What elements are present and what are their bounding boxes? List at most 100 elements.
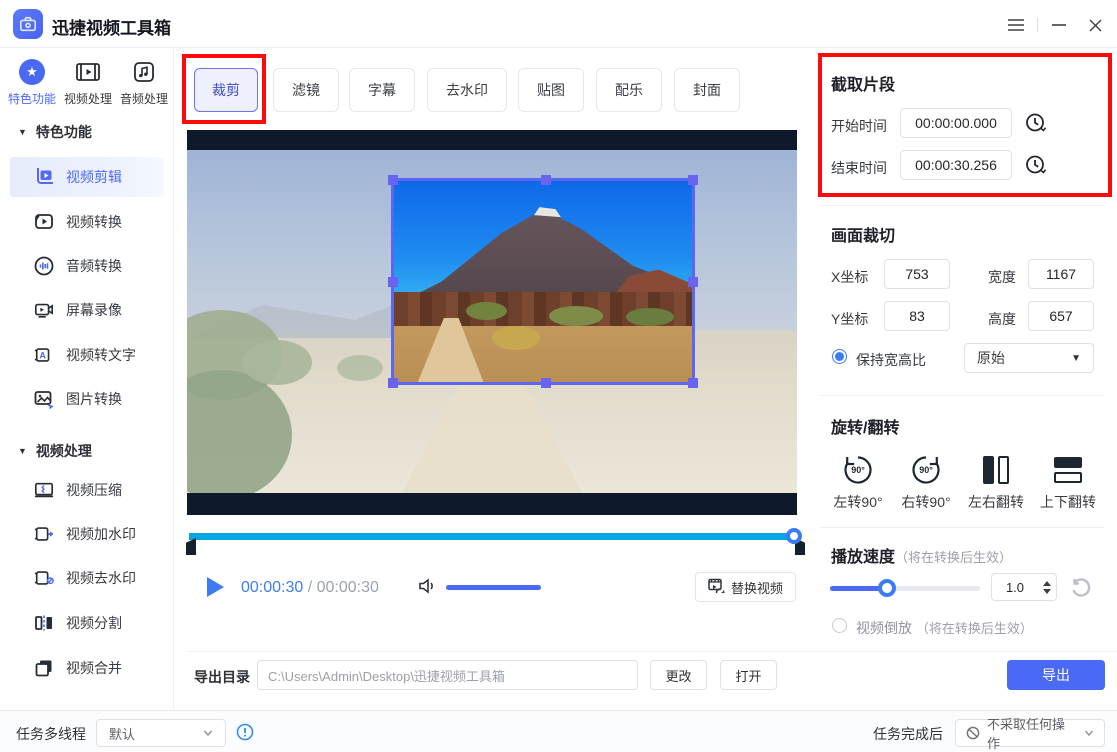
y-coord-input[interactable] — [884, 301, 950, 331]
video-to-text-icon: A — [34, 345, 54, 365]
rotate-left-button[interactable]: 90° 左转90° — [824, 450, 892, 512]
crop-handle-nw[interactable] — [388, 175, 398, 185]
tab-remove-watermark[interactable]: 去水印 — [427, 68, 507, 112]
replace-video-button[interactable]: 替换视频 — [695, 572, 796, 602]
caret-down-icon: ▼ — [18, 127, 27, 137]
tab-music[interactable]: 配乐 — [596, 68, 662, 112]
crop-handle-ne[interactable] — [688, 175, 698, 185]
rotate-left-icon: 90° — [824, 450, 892, 490]
rotate-right-icon: 90° — [892, 450, 960, 490]
tab-cover[interactable]: 封面 — [674, 68, 740, 112]
playhead-handle[interactable] — [786, 528, 802, 544]
sidebar-item-video-convert[interactable]: 视频转换 — [10, 202, 164, 242]
divider — [820, 527, 1105, 528]
thread-select[interactable]: 默认 — [96, 719, 226, 747]
menu-icon[interactable] — [1005, 14, 1027, 36]
tab-sticker[interactable]: 贴图 — [518, 68, 584, 112]
close-icon[interactable] — [1084, 14, 1106, 36]
after-task-select[interactable]: 不采取任何操作 — [955, 719, 1105, 747]
sidebar-item-video-merge[interactable]: 视频合并 — [10, 648, 164, 688]
width-input[interactable] — [1028, 259, 1094, 289]
sidebar-item-video-compress[interactable]: 视频压缩 — [10, 470, 164, 510]
dry-bush-shape — [492, 326, 540, 350]
video-edit-icon — [34, 167, 54, 187]
start-time-input[interactable] — [900, 108, 1012, 138]
watermark-remove-icon — [34, 568, 54, 588]
speed-slider-handle[interactable] — [878, 579, 896, 597]
sidebar-item-video-to-text[interactable]: A 视频转文字 — [10, 335, 164, 375]
sidebar-tab-featured[interactable]: ★ 特色功能 — [4, 58, 60, 107]
set-start-time-clock-icon[interactable] — [1024, 111, 1048, 135]
spin-up-icon[interactable] — [1043, 581, 1051, 586]
screen-record-icon — [34, 300, 54, 320]
crop-handle-s[interactable] — [541, 378, 551, 388]
set-end-time-clock-icon[interactable] — [1024, 153, 1048, 177]
rotate-section-title: 旋转/翻转 — [831, 414, 899, 438]
sidebar: ★ 特色功能 视频处理 音频处理 ▼ 特色功能 视频剪辑 视频转换 音频转换 — [0, 48, 174, 710]
export-dir-label: 导出目录 — [194, 667, 250, 687]
tab-filter[interactable]: 滤镜 — [273, 68, 339, 112]
flip-horizontal-button[interactable]: 左右翻转 — [962, 450, 1030, 512]
x-coord-input[interactable] — [884, 259, 950, 289]
sidebar-item-add-watermark[interactable]: 视频加水印 — [10, 514, 164, 554]
tab-subtitle[interactable]: 字幕 — [349, 68, 415, 112]
info-icon[interactable] — [236, 723, 254, 746]
sidebar-item-image-convert[interactable]: 图片转换 — [10, 379, 164, 419]
timeline-track[interactable] — [189, 533, 795, 540]
reset-speed-icon[interactable] — [1070, 577, 1091, 603]
crop-image-vivid — [394, 181, 692, 382]
section-header-featured[interactable]: ▼ 特色功能 — [18, 122, 92, 142]
sidebar-tab-video[interactable]: 视频处理 — [60, 58, 116, 107]
sidebar-item-screen-record[interactable]: 屏幕录像 — [10, 290, 164, 330]
crop-handle-e[interactable] — [688, 277, 698, 287]
time-display: 00:00:30 / 00:00:30 — [241, 579, 379, 597]
sidebar-item-audio-convert[interactable]: 音频转换 — [10, 246, 164, 286]
open-dir-button[interactable]: 打开 — [720, 660, 777, 690]
change-dir-button[interactable]: 更改 — [650, 660, 707, 690]
video-preview[interactable] — [187, 130, 797, 515]
keep-aspect-radio[interactable] — [832, 349, 847, 364]
title-bar: 迅捷视频工具箱 — [0, 0, 1117, 48]
bush-shape — [187, 370, 292, 493]
end-time-input[interactable] — [900, 150, 1012, 180]
rotate-right-button[interactable]: 90° 右转90° — [892, 450, 960, 512]
minimize-icon[interactable] — [1048, 14, 1070, 36]
play-button[interactable] — [207, 577, 224, 597]
caret-down-icon: ▼ — [1071, 353, 1081, 364]
export-button[interactable]: 导出 — [1007, 660, 1105, 690]
trim-start-handle[interactable] — [186, 538, 196, 555]
svg-text:A: A — [39, 351, 46, 361]
sidebar-tab-audio[interactable]: 音频处理 — [116, 58, 172, 107]
export-path-input[interactable] — [257, 660, 638, 690]
sidebar-item-video-split[interactable]: 视频分割 — [10, 603, 164, 643]
current-time: 00:00:30 — [241, 579, 303, 596]
tab-crop[interactable]: 裁剪 — [194, 68, 258, 112]
sidebar-item-remove-watermark[interactable]: 视频去水印 — [10, 558, 164, 598]
crop-handle-sw[interactable] — [388, 378, 398, 388]
video-compress-icon — [34, 480, 54, 500]
flip-vertical-button[interactable]: 上下翻转 — [1034, 450, 1102, 512]
section-header-video-processing[interactable]: ▼ 视频处理 — [18, 441, 92, 461]
height-label: 高度 — [988, 309, 1016, 329]
volume-slider[interactable] — [446, 585, 541, 590]
crop-selection[interactable] — [391, 178, 695, 385]
crop-handle-se[interactable] — [688, 378, 698, 388]
bush-shape — [337, 355, 383, 381]
path-shape — [418, 318, 484, 382]
end-time-label: 结束时间 — [831, 158, 887, 178]
video-merge-icon — [34, 658, 54, 678]
speed-slider-track[interactable] — [830, 586, 980, 591]
height-input[interactable] — [1028, 301, 1094, 331]
crop-handle-w[interactable] — [388, 277, 398, 287]
flip-horizontal-icon — [962, 450, 1030, 490]
spinner-arrows[interactable] — [1038, 581, 1056, 594]
sidebar-item-video-edit[interactable]: 视频剪辑 — [10, 157, 164, 197]
volume-icon[interactable] — [418, 577, 438, 600]
reverse-video-label: 视频倒放 （将在转换后生效） — [856, 618, 1033, 638]
aspect-ratio-select[interactable]: 原始 ▼ — [964, 343, 1094, 373]
speed-spinner[interactable]: 1.0 — [991, 573, 1057, 601]
spin-down-icon[interactable] — [1043, 589, 1051, 594]
x-coord-label: X坐标 — [831, 267, 868, 287]
crop-handle-n[interactable] — [541, 175, 551, 185]
reverse-video-radio[interactable] — [832, 618, 847, 633]
